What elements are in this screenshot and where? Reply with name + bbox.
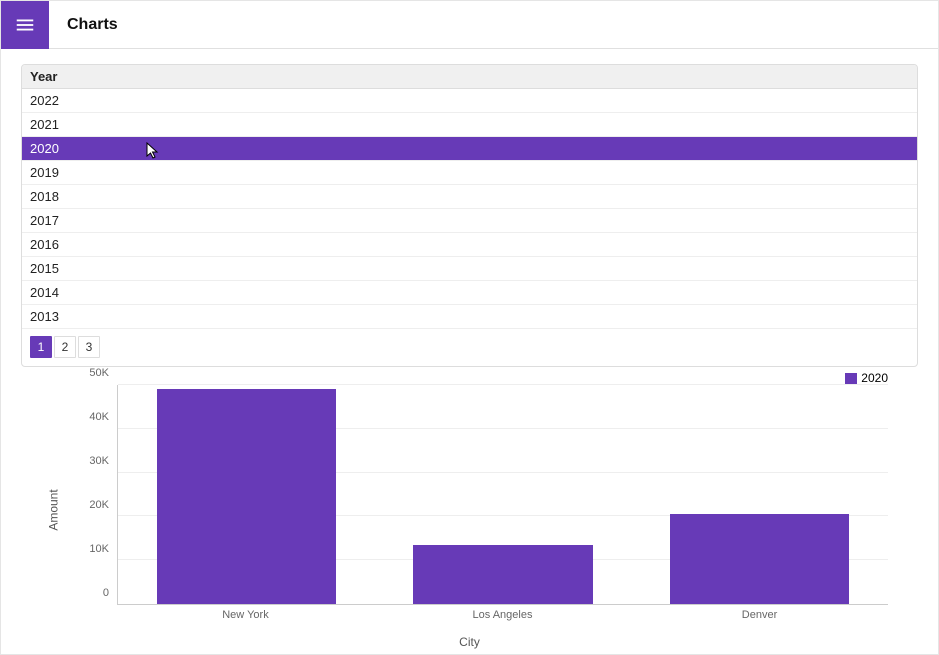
y-tick-label: 30K (89, 455, 109, 467)
x-category-label: New York (222, 609, 268, 621)
content: Year 20222021202020192018201720162015201… (1, 49, 938, 649)
x-axis-title: City (21, 635, 918, 649)
y-axis-title: Amount (47, 489, 61, 530)
pager-page[interactable]: 2 (54, 336, 76, 358)
y-tick-label: 10K (89, 543, 109, 555)
grid-row-year[interactable]: 2022 (22, 89, 917, 113)
pager-page[interactable]: 1 (30, 336, 52, 358)
x-axis: New York Los Angeles Denver (117, 609, 888, 625)
menu-button[interactable] (1, 1, 49, 49)
y-tick-label: 40K (89, 411, 109, 423)
pager-page[interactable]: 3 (78, 336, 100, 358)
gridline (118, 384, 888, 385)
bar[interactable] (413, 545, 593, 604)
x-category-label: Denver (742, 609, 777, 621)
grid-row-year[interactable]: 2021 (22, 113, 917, 137)
y-axis: 010K20K30K40K50K (75, 385, 113, 605)
y-tick-label: 20K (89, 499, 109, 511)
y-tick-label: 50K (89, 367, 109, 379)
page-title: Charts (49, 16, 118, 34)
topbar: Charts (1, 1, 938, 49)
y-tick-label: 0 (103, 587, 109, 599)
year-grid: Year 20222021202020192018201720162015201… (21, 64, 918, 367)
plot-area (117, 385, 888, 605)
grid-row-year[interactable]: 2014 (22, 281, 917, 305)
grid-header-year[interactable]: Year (22, 65, 917, 89)
grid-row-year[interactable]: 2016 (22, 233, 917, 257)
x-category-label: Los Angeles (473, 609, 533, 621)
grid-row-year[interactable]: 2019 (22, 161, 917, 185)
grid-row-year[interactable]: 2018 (22, 185, 917, 209)
bar[interactable] (670, 514, 850, 604)
bar-chart: Amount 010K20K30K40K50K New YorkLos Ange… (41, 385, 898, 635)
legend-label: 2020 (861, 371, 888, 385)
grid-row-year[interactable]: 2013 (22, 305, 917, 328)
pager: 123 (22, 328, 917, 366)
hamburger-icon (14, 14, 36, 36)
grid-row-year[interactable]: 2015 (22, 257, 917, 281)
bar[interactable] (157, 389, 337, 604)
grid-row-year[interactable]: 2020 (22, 137, 917, 161)
chart-legend: 2020 (21, 367, 918, 385)
grid-row-year[interactable]: 2017 (22, 209, 917, 233)
